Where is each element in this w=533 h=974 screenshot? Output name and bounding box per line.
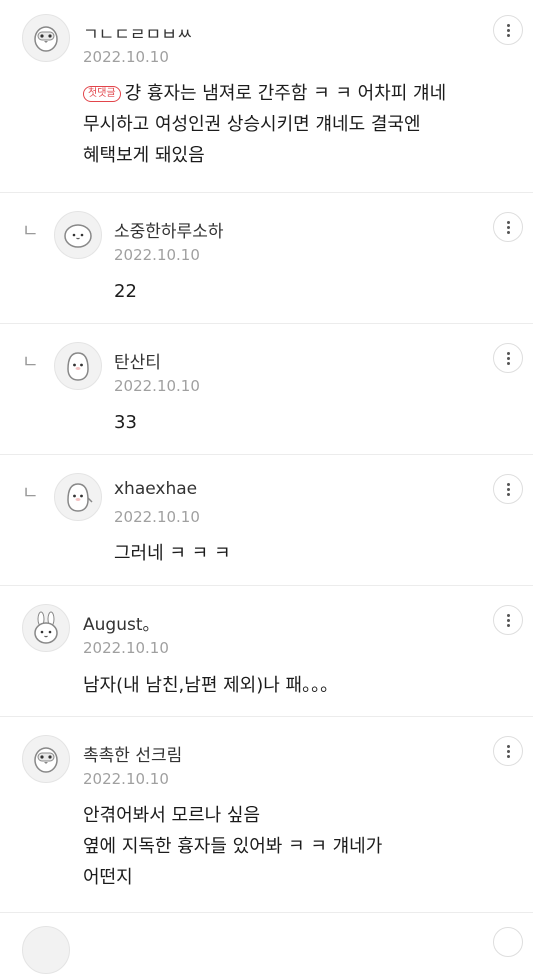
more-button[interactable] [493,927,523,957]
comment-text: 남자(내 남친,남편 제외)나 패。。。 [83,675,339,696]
reply-indicator-icon: ㄴ [22,221,39,242]
comment-date: 2022.10.10 [83,639,169,657]
penguin-icon [34,747,58,773]
avatar[interactable] [22,14,70,62]
more-button[interactable] [493,474,523,504]
comment-nickname[interactable]: 탄산티 [114,348,161,373]
penguin-icon [67,352,89,381]
reply-indicator-icon: ㄴ [22,483,39,504]
comment-date: 2022.10.10 [114,246,200,264]
more-vertical-icon [506,482,510,486]
reply-item: ㄴ xhaexhae 2022.10.10 그러네 ㅋ ㅋ ㅋ [0,455,533,586]
more-vertical-icon [506,744,510,748]
reply-item: ㄴ 소중한하루소하 2022.10.10 22 [0,193,533,324]
comment-text: 그러네 ㅋ ㅋ ㅋ [114,543,231,564]
comment-text: 첫댓글 걍 흉자는 냄져로 간주함 ㅋ ㅋ 어차피 걔네 무시하고 여성인권 상승… [83,78,503,171]
comment-date: 2022.10.10 [114,508,200,526]
more-button[interactable] [493,343,523,373]
comment-nickname[interactable]: 촉촉한 선크림 [83,741,182,766]
avatar[interactable] [22,604,70,652]
more-vertical-icon [506,220,510,224]
first-comment-badge: 첫댓글 [83,86,121,102]
comment-text: 안겪어봐서 모르나 싶음 옆에 지독한 흉자들 있어봐 ㅋ ㅋ 걔네가 어떤지 [83,805,383,888]
more-button[interactable] [493,605,523,635]
more-button[interactable] [493,736,523,766]
comment-text: 22 [114,281,137,302]
avatar[interactable] [54,211,102,259]
more-vertical-icon [506,351,510,355]
penguin-icon [67,483,93,512]
comment-date: 2022.10.10 [83,48,169,66]
comment-nickname[interactable]: ㄱㄴㄷㄹㅁㅂㅆ [83,20,192,45]
comment-date: 2022.10.10 [114,377,200,395]
penguin-icon [34,26,58,52]
more-button[interactable] [493,212,523,242]
comment-item: ㄱㄴㄷㄹㅁㅂㅆ 2022.10.10 첫댓글 걍 흉자는 냄져로 간주함 ㅋ ㅋ … [0,0,533,193]
comment-nickname[interactable]: xhaexhae [114,479,197,499]
reply-item: ㄴ 탄산티 2022.10.10 33 [0,324,533,455]
avatar[interactable] [22,926,70,974]
blob-icon [64,224,92,248]
avatar[interactable] [22,735,70,783]
comment-nickname[interactable]: 소중한하루소하 [114,217,223,242]
avatar[interactable] [54,342,102,390]
comment-date: 2022.10.10 [83,770,169,788]
comment-nickname[interactable]: August。 [83,610,160,635]
more-vertical-icon [506,613,510,617]
comment-item: August。 2022.10.10 남자(내 남친,남편 제외)나 패。。。 [0,586,533,717]
reply-indicator-icon: ㄴ [22,352,39,373]
comment-item: 촉촉한 선크림 2022.10.10 안겪어봐서 모르나 싶음 옆에 지독한 흉… [0,717,533,913]
avatar[interactable] [54,473,102,521]
more-vertical-icon [506,23,510,27]
rabbit-icon [34,611,58,644]
comment-text: 33 [114,412,137,433]
more-button[interactable] [493,15,523,45]
comment-body: 걍 흉자는 냄져로 간주함 ㅋ ㅋ 어차피 걔네 무시하고 여성인권 상승시키면… [83,83,447,166]
